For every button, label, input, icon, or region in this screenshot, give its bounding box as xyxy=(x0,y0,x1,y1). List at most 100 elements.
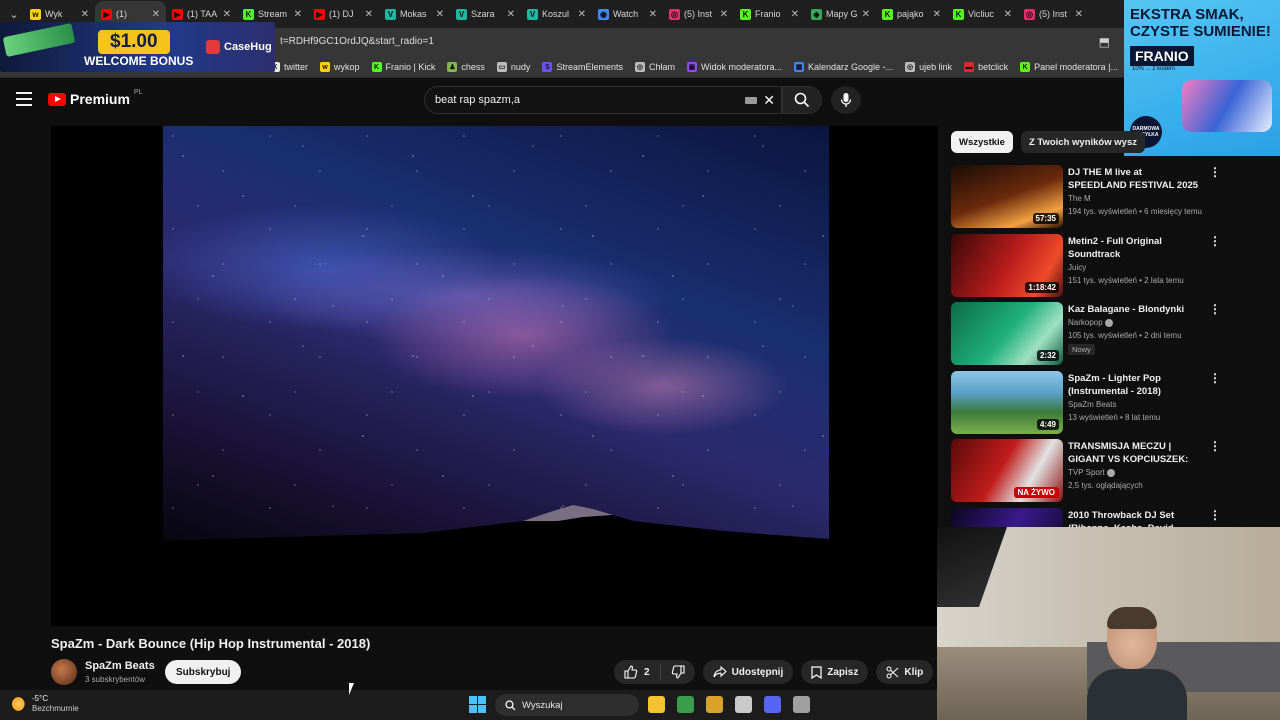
bookmark-item[interactable]: ▣ Widok moderatora... xyxy=(686,62,782,72)
video-thumbnail[interactable]: 57:35 xyxy=(951,165,1063,228)
filter-chip[interactable]: Z Twoich wyników wysz xyxy=(1020,131,1145,153)
channel-name[interactable]: SpaZm Beats xyxy=(85,660,155,672)
recommended-channel[interactable]: SpaZm Beats xyxy=(1068,400,1116,409)
search-button[interactable] xyxy=(782,86,822,114)
recommended-channel[interactable]: TVP Sport xyxy=(1068,468,1115,477)
subscribe-button[interactable]: Subskrybuj xyxy=(165,660,242,684)
share-button[interactable]: Udostępnij xyxy=(702,660,794,684)
chrome-icon[interactable] xyxy=(677,696,694,713)
recommended-video[interactable]: 57:35 DJ THE M live at SPEEDLAND FESTIVAL… xyxy=(951,165,1223,234)
bookmark-item[interactable]: ▦ Kalendarz Google -... xyxy=(794,62,893,72)
more-options-icon[interactable]: ⋮ xyxy=(1209,166,1221,178)
browser-tab[interactable]: V Szara ✕ xyxy=(450,1,521,27)
recommended-title[interactable]: DJ THE M live at SPEEDLAND FESTIVAL 2025 xyxy=(1068,166,1203,192)
tab-search-chevron-icon[interactable]: ⌄ xyxy=(4,4,24,24)
bookmark-item[interactable]: ▭ nudy xyxy=(496,62,530,72)
tab-close-icon[interactable]: ✕ xyxy=(81,9,89,20)
voice-search-button[interactable] xyxy=(831,86,861,114)
clear-search-icon[interactable]: ✕ xyxy=(763,92,775,109)
more-options-icon[interactable]: ⋮ xyxy=(1209,303,1221,315)
windows-start-icon[interactable] xyxy=(469,696,486,713)
video-frame-milky-way[interactable] xyxy=(163,126,829,551)
tab-close-icon[interactable]: ✕ xyxy=(933,9,941,20)
bookmark-item[interactable]: K Franio | Kick xyxy=(371,62,435,72)
recommended-video[interactable]: 2:32 Kaz Bałagane - Blondynki Narkopop 105 … xyxy=(951,302,1223,371)
menu-icon[interactable] xyxy=(16,92,32,106)
bookmark-item[interactable]: ◎ ujeb link xyxy=(905,62,952,72)
tab-close-icon[interactable]: ✕ xyxy=(791,9,799,20)
more-options-icon[interactable]: ⋮ xyxy=(1209,372,1221,384)
recommended-title[interactable]: Kaz Bałagane - Blondynki xyxy=(1068,303,1203,316)
browser-tab[interactable]: ◆ Mapy G ✕ xyxy=(805,1,876,27)
video-thumbnail[interactable]: 2:32 xyxy=(951,302,1063,365)
recommended-channel[interactable]: The M xyxy=(1068,194,1091,203)
browser-tab[interactable]: V Mokas ✕ xyxy=(379,1,450,27)
taskbar-search[interactable]: Wyszukaj xyxy=(495,694,639,716)
tab-close-icon[interactable]: ✕ xyxy=(649,9,657,20)
recommended-video[interactable]: NA ŻYWO TRANSMISJA MECZU | GIGANT VS KOPC… xyxy=(951,439,1223,508)
browser-tab[interactable]: K Franio ✕ xyxy=(734,1,805,27)
bookmark-item[interactable]: K Panel moderatora |... xyxy=(1020,62,1118,72)
recommended-title[interactable]: SpaZm - Lighter Pop (Instrumental - 2018… xyxy=(1068,372,1203,398)
browser-tab[interactable]: Kpająko ✕ xyxy=(876,1,947,27)
bookmark-favicon-icon: ▬ xyxy=(964,62,975,72)
casehug-ad-banner[interactable]: $1.00 WELCOME BONUS CaseHug xyxy=(0,22,275,72)
app-icon-2[interactable] xyxy=(735,696,752,713)
more-options-icon[interactable]: ⋮ xyxy=(1209,235,1221,247)
youtube-premium-logo[interactable]: Premium PL xyxy=(48,89,142,107)
keyboard-icon[interactable] xyxy=(745,97,757,104)
tab-close-icon[interactable]: ✕ xyxy=(507,9,515,20)
tab-title: (1) DJ xyxy=(329,9,354,19)
more-options-icon[interactable]: ⋮ xyxy=(1209,509,1221,521)
browser-tab[interactable]: ◎ (5) Inst ✕ xyxy=(663,1,734,27)
recommended-video[interactable]: 1:18:42 Metin2 - Full Original Soundtrack… xyxy=(951,233,1223,303)
tab-close-icon[interactable]: ✕ xyxy=(720,9,728,20)
clip-button[interactable]: Klip xyxy=(876,660,934,684)
browser-tab[interactable]: ◎ (5) Inst ✕ xyxy=(1018,1,1089,27)
recommended-channel[interactable]: Juicy xyxy=(1068,263,1086,272)
weather-widget[interactable]: -5°C Bezchmurnie xyxy=(12,694,79,714)
tab-close-icon[interactable]: ✕ xyxy=(223,9,231,20)
video-thumbnail[interactable]: 1:18:42 xyxy=(951,233,1063,297)
settings-icon[interactable] xyxy=(793,696,810,713)
dislike-button[interactable] xyxy=(661,665,695,679)
bookmark-item[interactable]: ◎ Chłam xyxy=(634,62,675,72)
tab-close-icon[interactable]: ✕ xyxy=(578,9,586,20)
filter-chip[interactable]: Wszystkie xyxy=(951,131,1013,153)
video-player[interactable] xyxy=(51,126,938,626)
browser-tab[interactable]: ▶ (1) DJ ✕ xyxy=(308,1,379,27)
bookmark-item[interactable]: ♟ chess xyxy=(447,62,485,72)
tab-close-icon[interactable]: ✕ xyxy=(862,9,870,20)
tab-close-icon[interactable]: ✕ xyxy=(365,9,373,20)
discord-icon[interactable] xyxy=(764,696,781,713)
tab-close-icon[interactable]: ✕ xyxy=(436,9,444,20)
tab-close-icon[interactable]: ✕ xyxy=(1004,9,1012,20)
browser-tab[interactable]: V Koszul ✕ xyxy=(521,1,592,27)
browser-tab[interactable]: K Vicliuc ✕ xyxy=(947,1,1018,27)
bookmark-item[interactable]: w wykop xyxy=(320,62,360,72)
recommended-title[interactable]: TRANSMISJA MECZU | GIGANT VS KOPCIUSZEK:… xyxy=(1068,440,1203,467)
video-thumbnail[interactable]: NA ŻYWO xyxy=(951,439,1063,502)
browser-tab[interactable]: ◉ Watch ✕ xyxy=(592,1,663,27)
recommended-title[interactable]: Metin2 - Full Original Soundtrack xyxy=(1068,235,1203,261)
search-query-text[interactable]: beat rap spazm,a xyxy=(435,94,520,106)
install-app-icon[interactable]: ⬒ xyxy=(1099,35,1110,49)
channel-avatar[interactable] xyxy=(51,659,77,685)
tab-close-icon[interactable]: ✕ xyxy=(152,9,160,20)
more-options-icon[interactable]: ⋮ xyxy=(1209,440,1221,452)
recommended-channel[interactable]: Narkopop xyxy=(1068,318,1113,327)
tab-close-icon[interactable]: ✕ xyxy=(294,9,302,20)
recommended-video[interactable]: 4:49 SpaZm - Lighter Pop (Instrumental - … xyxy=(951,370,1223,440)
tab-close-icon[interactable]: ✕ xyxy=(1075,9,1083,20)
bookmark-item[interactable]: Xtwitter xyxy=(270,62,308,72)
like-button[interactable]: 2 xyxy=(614,664,661,680)
save-button[interactable]: Zapisz xyxy=(801,660,869,684)
url-text[interactable]: t=RDHf9GC1OrdJQ&start_radio=1 xyxy=(280,36,434,47)
app-icon-1[interactable] xyxy=(706,696,723,713)
video-thumbnail[interactable]: 4:49 xyxy=(951,370,1063,434)
recommended-meta: 2,5 tys. oglądających xyxy=(1068,481,1143,490)
search-input[interactable]: beat rap spazm,a ✕ xyxy=(424,86,782,114)
file-explorer-icon[interactable] xyxy=(648,696,665,713)
bookmark-item[interactable]: ▬ betclick xyxy=(964,62,1008,72)
bookmark-item[interactable]: S StreamElements xyxy=(542,62,623,72)
